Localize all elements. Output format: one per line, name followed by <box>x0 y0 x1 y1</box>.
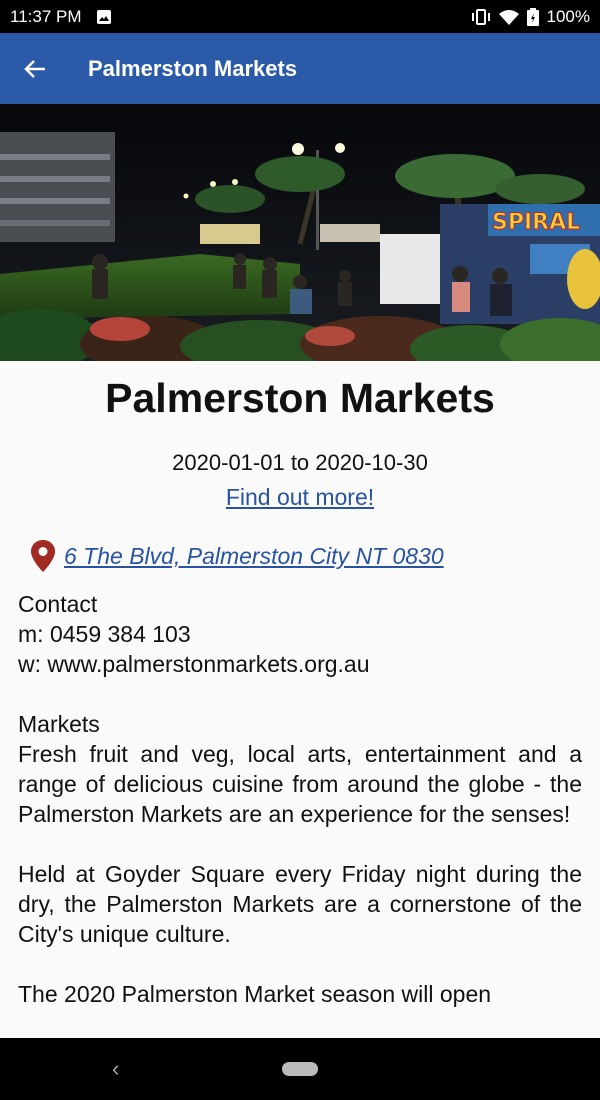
address-row[interactable]: 6 The Blvd, Palmerston City NT 0830 <box>18 539 582 573</box>
find-out-more-link[interactable]: Find out more! <box>18 484 582 511</box>
event-description: Contact m: 0459 384 103 w: www.palmersto… <box>18 589 582 1009</box>
wifi-icon <box>498 9 519 25</box>
markets-heading: Markets <box>18 711 100 737</box>
address-link[interactable]: 6 The Blvd, Palmerston City NT 0830 <box>64 543 444 570</box>
event-dates: 2020-01-01 to 2020-10-30 <box>172 450 428 475</box>
contact-phone: m: 0459 384 103 <box>18 621 191 647</box>
event-content: Palmerston Markets 2020-01-01 to 2020-10… <box>0 361 600 1038</box>
status-bar: 11:37 PM 100% <box>0 0 600 33</box>
contact-heading: Contact <box>18 591 98 617</box>
map-pin-icon <box>31 540 55 572</box>
contact-website: w: www.palmerstonmarkets.org.au <box>18 651 370 677</box>
back-button[interactable] <box>0 33 70 104</box>
markets-paragraph-2: Held at Goyder Square every Friday night… <box>18 861 582 947</box>
hero-image: SPIRAL <box>0 104 600 361</box>
status-time: 11:37 PM <box>10 6 82 26</box>
nav-home-pill[interactable] <box>282 1062 318 1076</box>
arrow-left-icon <box>24 59 45 78</box>
vibrate-icon <box>471 8 490 25</box>
markets-paragraph-1: Fresh fruit and veg, local arts, enterta… <box>18 741 582 827</box>
nav-back-icon[interactable]: ‹ <box>112 1056 119 1082</box>
markets-paragraph-3: The 2020 Palmerston Market season will o… <box>18 981 492 1007</box>
battery-percent: 100% <box>546 6 590 26</box>
app-bar: Palmerston Markets <box>0 33 600 104</box>
event-title: Palmerston Markets <box>105 375 495 421</box>
app-bar-title: Palmerston Markets <box>88 55 298 81</box>
battery-icon <box>526 7 539 26</box>
image-icon <box>96 9 111 24</box>
stall-sign: SPIRAL <box>492 210 580 235</box>
system-nav-bar: ‹ <box>0 1038 600 1100</box>
